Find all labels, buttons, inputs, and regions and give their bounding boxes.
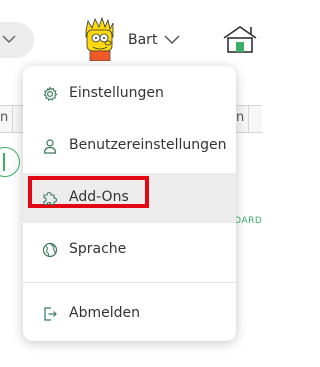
background-cell: n: [236, 110, 245, 125]
bart-simpson-avatar: [85, 16, 114, 62]
menu-divider: [23, 282, 236, 283]
chevron-down-icon[interactable]: [164, 35, 180, 45]
menu-item-label: Sprache: [69, 241, 127, 257]
house-icon[interactable]: [222, 24, 258, 54]
menu-item-label: Einstellungen: [69, 85, 164, 101]
left-dropdown-button[interactable]: [0, 22, 34, 58]
top-bar: Bart: [0, 0, 262, 64]
menu-item-benutzereinstellungen[interactable]: Benutzereinstellungen: [23, 128, 236, 164]
puzzle-icon: [43, 191, 58, 206]
avatar[interactable]: [80, 16, 120, 65]
globe-icon: [42, 242, 58, 258]
user-dropdown-menu: Einstellungen Benutzereinstellungen Add-…: [23, 66, 236, 341]
logout-icon: [44, 307, 57, 321]
menu-item-label: Add-Ons: [69, 189, 129, 205]
divider: [12, 106, 13, 132]
menu-item-label: Abmelden: [69, 305, 140, 321]
user-name[interactable]: Bart: [128, 32, 157, 48]
menu-item-label: Benutzereinstellungen: [69, 137, 227, 153]
divider: [248, 106, 249, 132]
user-icon: [43, 139, 57, 154]
background-cell: n: [0, 110, 9, 125]
chevron-down-icon: [2, 35, 16, 44]
board-label: OARD: [234, 216, 263, 226]
menu-item-abmelden[interactable]: Abmelden: [23, 296, 236, 332]
add-button[interactable]: [0, 147, 20, 177]
gear-icon: [43, 86, 58, 102]
menu-item-sprache[interactable]: Sprache: [23, 232, 236, 268]
menu-item-add-ons[interactable]: Add-Ons: [23, 173, 236, 223]
menu-item-einstellungen[interactable]: Einstellungen: [23, 76, 236, 112]
